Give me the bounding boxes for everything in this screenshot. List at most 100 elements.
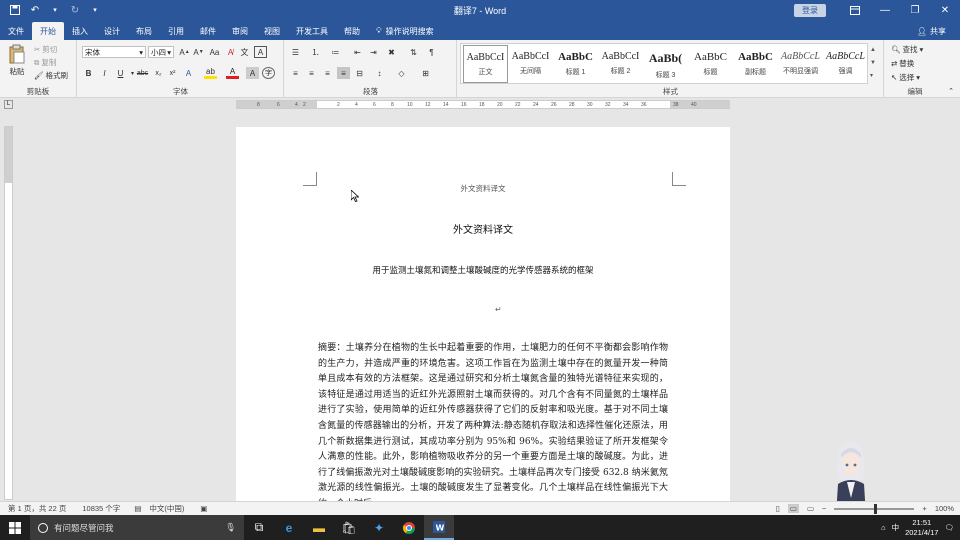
bold-icon[interactable]: B (82, 67, 95, 79)
zoom-out-icon[interactable]: − (822, 504, 826, 513)
find-button[interactable]: 🔍︎ 查找 ▾ (891, 44, 923, 55)
share-button[interactable]: 👤︎ 共享 (917, 22, 946, 40)
strikethrough-icon[interactable]: abc (136, 67, 149, 79)
text-effects-icon[interactable]: A (182, 67, 195, 79)
decrease-indent-icon[interactable]: ⇤ (351, 46, 364, 58)
ime-indicator[interactable]: 中 (892, 522, 900, 533)
tab-view[interactable]: 视图 (256, 22, 288, 40)
align-right-icon[interactable]: ≡ (321, 67, 334, 79)
increase-indent-icon[interactable]: ⇥ (367, 46, 380, 58)
zoom-slider-thumb[interactable] (874, 503, 878, 514)
style-heading-3[interactable]: AaBb(标题 3 (643, 45, 688, 83)
network-icon[interactable]: ⌂ (881, 523, 886, 532)
select-button[interactable]: ↖ 选择 ▾ (891, 72, 920, 83)
tab-mailings[interactable]: 邮件 (192, 22, 224, 40)
align-center-icon[interactable]: ≡ (305, 67, 318, 79)
vertical-ruler[interactable] (4, 126, 13, 500)
restore-icon[interactable]: ❐ (900, 0, 930, 20)
word-taskbar-icon[interactable]: W (424, 515, 454, 540)
web-layout-icon[interactable]: ▭ (807, 504, 814, 513)
multilevel-list-icon[interactable]: ≔ (329, 46, 342, 58)
zoom-in-icon[interactable]: + (922, 504, 926, 513)
taskbar-search-box[interactable]: 有问题尽管问我 🎙︎ (30, 515, 244, 540)
tab-layout[interactable]: 布局 (128, 22, 160, 40)
word-count[interactable]: 10835 个字 (82, 503, 120, 514)
paste-button[interactable]: 粘贴 (6, 44, 28, 77)
page-count[interactable]: 第 1 页，共 22 页 (8, 503, 66, 514)
shading-icon[interactable]: ◇ (395, 67, 408, 79)
cut-button[interactable]: ✂︎ 剪切 (34, 44, 57, 55)
distributed-icon[interactable]: ⊟ (353, 67, 366, 79)
subscript-icon[interactable]: x₂ (152, 67, 165, 79)
document-page[interactable]: 外文资料译文 外文资料译文 用于监测土壤氮和调整土壤酸碱度的光学传感器系统的框架… (236, 127, 730, 501)
align-left-icon[interactable]: ≡ (289, 67, 302, 79)
line-spacing-icon[interactable]: ↕ (373, 67, 386, 79)
edge-browser-icon[interactable]: e (274, 515, 304, 540)
language-indicator[interactable]: 中文(中国) (149, 503, 184, 514)
macro-recording-icon[interactable]: ▣ (200, 504, 207, 513)
style-heading-2[interactable]: AaBbCcI 标题 2 (598, 45, 643, 83)
customize-qat-icon[interactable]: ▾ (88, 3, 102, 17)
tab-developer[interactable]: 开发工具 (288, 22, 336, 40)
ribbon-display-options-icon[interactable] (840, 0, 870, 20)
minimize-icon[interactable]: — (870, 0, 900, 20)
tab-selector-icon[interactable]: L (4, 100, 13, 109)
close-icon[interactable]: ✕ (930, 0, 960, 20)
style-normal[interactable]: AaBbCcI 正文 (463, 45, 508, 83)
phonetic-guide-icon[interactable]: 文 (238, 46, 251, 58)
tab-home[interactable]: 开始 (32, 22, 64, 40)
zoom-level[interactable]: 100% (935, 504, 954, 513)
style-title[interactable]: AaBbC 标题 (688, 45, 733, 83)
microphone-icon[interactable]: 🎙︎ (225, 522, 236, 533)
document-title[interactable]: 外文资料译文 (236, 221, 730, 236)
collapse-ribbon-icon[interactable]: ⌃ (948, 87, 954, 95)
tell-me-search[interactable]: 💡︎ 操作说明搜索 (376, 22, 434, 40)
borders-icon[interactable]: ⊞ (419, 67, 432, 79)
tab-design[interactable]: 设计 (96, 22, 128, 40)
file-explorer-icon[interactable]: ▬ (304, 515, 334, 540)
highlight-icon[interactable]: ab (204, 67, 217, 79)
save-icon[interactable] (8, 3, 22, 17)
change-case-icon[interactable]: Aa (208, 46, 221, 58)
tab-references[interactable]: 引用 (160, 22, 192, 40)
chrome-icon[interactable] (394, 515, 424, 540)
page-header[interactable]: 外文资料译文 (236, 183, 730, 194)
read-mode-icon[interactable]: ▯ (776, 504, 780, 513)
enclose-characters-icon[interactable]: 字 (262, 67, 275, 79)
justify-icon[interactable]: ≡ (337, 67, 350, 79)
task-view-icon[interactable]: ⧉ (244, 515, 274, 540)
login-button[interactable]: 登录 (794, 3, 826, 17)
print-layout-icon[interactable]: ▭ (787, 504, 799, 513)
store-icon[interactable]: 🛍︎ (334, 515, 364, 540)
shrink-font-icon[interactable]: A ▼ (192, 46, 205, 58)
windows-start-icon[interactable] (0, 515, 30, 540)
copy-button[interactable]: ⧉ 复制 (34, 57, 56, 68)
superscript-icon[interactable]: x² (166, 67, 179, 79)
character-shading-icon[interactable]: A (246, 67, 259, 79)
chinese-layout-icon[interactable]: ✖ (385, 46, 398, 58)
app-blue-icon[interactable]: ✦ (364, 515, 394, 540)
dropdown-arrow-icon[interactable]: ▾ (48, 3, 62, 17)
sort-icon[interactable]: ⇅ (407, 46, 420, 58)
horizontal-ruler[interactable]: 8 6 4 2 2 4 6 8 10 12 14 16 18 20 22 24 … (236, 100, 730, 109)
character-border-icon[interactable]: A (254, 46, 267, 58)
zoom-slider[interactable] (834, 503, 915, 514)
tab-file[interactable]: 文件 (0, 22, 32, 40)
undo-icon[interactable]: ↶ (28, 3, 42, 17)
replace-button[interactable]: ⇄ 替换 (891, 58, 914, 69)
notifications-icon[interactable]: 🗨︎ (944, 523, 954, 532)
font-color-icon[interactable]: A (226, 67, 239, 79)
tab-help[interactable]: 帮助 (336, 22, 368, 40)
proofing-icon[interactable]: ▤ (134, 504, 141, 513)
styles-scroll[interactable]: ▲ ▼ ▾ (870, 44, 878, 83)
abstract-paragraph[interactable]: 摘要：土壤养分在植物的生长中起着重要的作用，土壤肥力的任何不平衡都会影响作物的生… (318, 341, 668, 501)
numbering-icon[interactable]: ⒈ (309, 46, 322, 58)
italic-icon[interactable]: I (98, 67, 111, 79)
style-subtitle[interactable]: AaBbC 副标题 (733, 45, 778, 83)
style-emphasis[interactable]: AaBbCcL 强调 (823, 45, 868, 83)
style-heading-1[interactable]: AaBbC 标题 1 (553, 45, 598, 83)
style-no-spacing[interactable]: AaBbCcI 无间隔 (508, 45, 553, 83)
tab-insert[interactable]: 插入 (64, 22, 96, 40)
grow-font-icon[interactable]: A ▲ (178, 46, 191, 58)
font-name-combo[interactable]: 宋体 ▾ (82, 46, 146, 58)
